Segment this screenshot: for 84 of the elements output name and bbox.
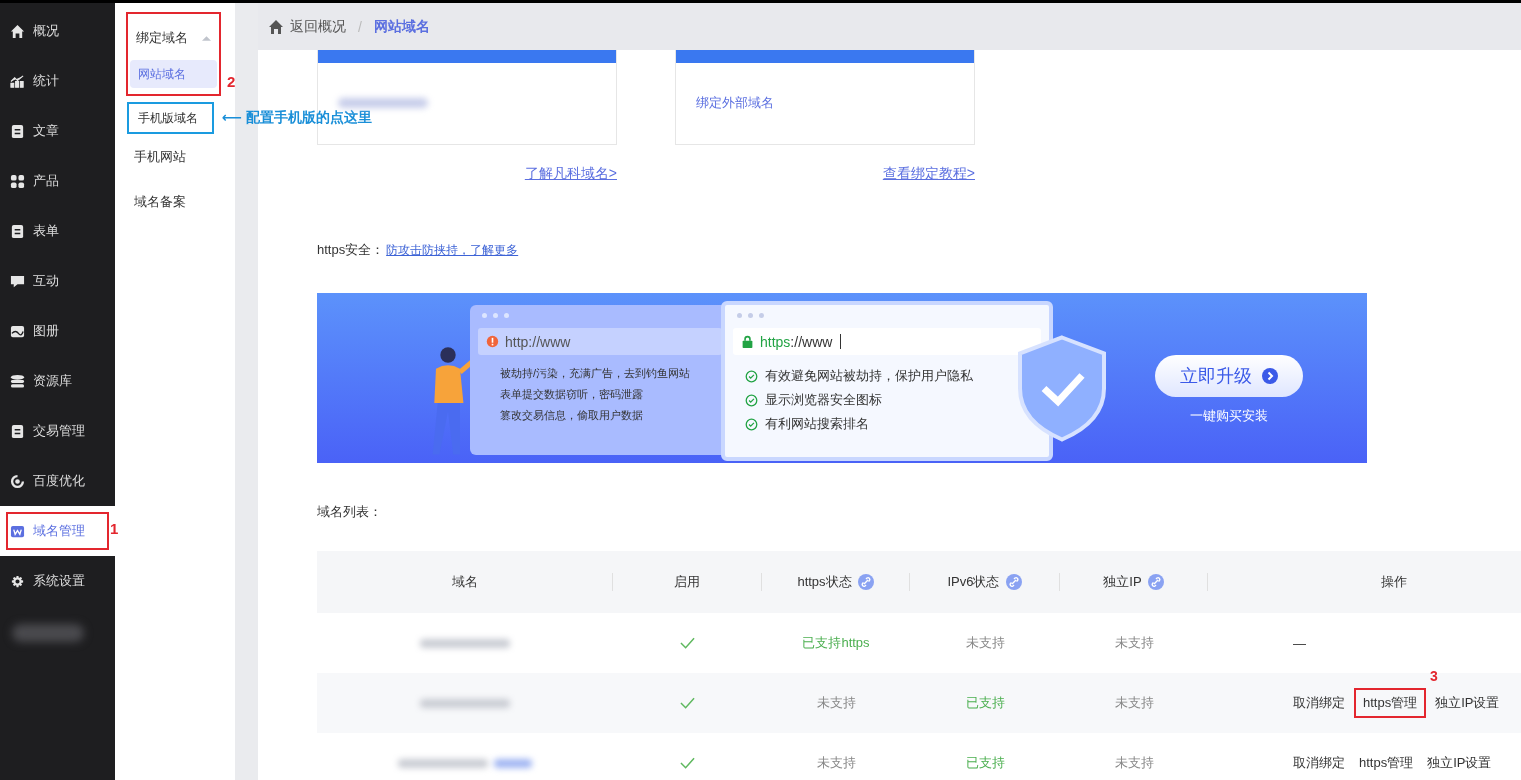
status-text: 未支持 xyxy=(1114,694,1154,712)
menu-glyph-icon xyxy=(10,223,25,239)
action-link[interactable]: 取消绑定 xyxy=(1288,748,1350,778)
action-link[interactable]: 独立IP设置 xyxy=(1430,688,1505,718)
menu-glyph-icon xyxy=(10,323,25,339)
lock-icon xyxy=(741,335,754,348)
action-link[interactable]: 独立IP设置 xyxy=(1422,748,1497,778)
text-cursor xyxy=(840,334,842,349)
sidebar-item[interactable]: 产品 xyxy=(0,156,115,206)
check-circle-icon xyxy=(745,393,758,407)
column-header: IPv6状态 xyxy=(947,573,1000,591)
status-text: 已支持 xyxy=(965,754,1005,772)
sidebar-item[interactable]: 百度优化 xyxy=(0,456,115,506)
status-text: 已支持https xyxy=(802,634,870,652)
status-text: 未支持 xyxy=(965,634,1005,652)
section-title: 域名列表： xyxy=(317,503,383,521)
annotation-number: 3 xyxy=(1430,668,1438,684)
tutorial-link[interactable]: 了解凡科域名> xyxy=(524,165,617,183)
action-link[interactable]: https管理 xyxy=(1354,748,1419,778)
menu-glyph-icon xyxy=(10,373,25,389)
breadcrumb-separator: / xyxy=(358,18,362,35)
sidebar-item[interactable]: 交易管理 xyxy=(0,406,115,456)
sidebar-item[interactable]: 互动 xyxy=(0,256,115,306)
warning-icon xyxy=(486,335,499,348)
caret-icon xyxy=(202,35,211,41)
tutorial-link[interactable]: 查看绑定教程> xyxy=(882,165,975,183)
status-text: 未支持 xyxy=(1114,754,1154,772)
sidebar-item[interactable]: 系统设置 xyxy=(0,556,115,606)
menu-glyph-icon xyxy=(10,473,25,489)
subnav-item[interactable]: 网站域名 xyxy=(130,60,217,88)
check-circle-icon xyxy=(745,417,758,431)
breadcrumb-link[interactable]: 返回概况 xyxy=(290,17,346,36)
menu-glyph-icon xyxy=(10,423,25,439)
column-header: 操作 xyxy=(1381,573,1407,591)
https-label: https安全： xyxy=(317,241,385,259)
blurred-account xyxy=(12,624,84,642)
benefit-text: 有效避免网站被劫持，保护用户隐私 xyxy=(765,367,973,385)
url-text: https://www xyxy=(760,333,833,350)
risk-item: 篡改交易信息，偷取用户数据 xyxy=(500,408,644,423)
status-text: 未支持 xyxy=(816,754,856,772)
sidebar-item[interactable]: 表单 xyxy=(0,206,115,256)
risk-item: 被劫持/污染，充满广告，去到钓鱼网站 xyxy=(500,366,692,381)
column-header: 独立IP xyxy=(1103,573,1142,591)
action-link[interactable]: 取消绑定 xyxy=(1288,688,1350,718)
subnav-item[interactable]: 域名备案 xyxy=(115,179,235,224)
menu-glyph-icon xyxy=(10,173,25,189)
subnav-item[interactable]: 手机网站 xyxy=(115,134,235,179)
status-text: 未支持 xyxy=(1114,634,1154,652)
column-header: 启用 xyxy=(674,573,700,591)
status-text: 未支持 xyxy=(816,694,856,712)
benefit-text: 有利网站搜索排名 xyxy=(765,415,869,433)
annotation-note: ⟵ 配置手机版的点这里 xyxy=(222,109,372,127)
home-icon xyxy=(268,18,284,35)
check-circle-icon xyxy=(745,369,758,383)
action-link[interactable]: — xyxy=(1288,629,1311,657)
menu-glyph-icon xyxy=(10,273,25,289)
risk-item: 表单提交数据窃听，密码泄露 xyxy=(500,387,644,402)
column-header: https状态 xyxy=(797,573,852,591)
link-icon[interactable] xyxy=(1005,574,1022,590)
home-icon xyxy=(10,23,25,39)
sidebar-item[interactable]: 统计 xyxy=(0,56,115,106)
link-icon[interactable] xyxy=(857,574,874,590)
card-text: 绑定外部域名 xyxy=(696,94,774,112)
url-text: http://www xyxy=(505,333,571,350)
w-logo-icon xyxy=(10,523,25,539)
sidebar-item[interactable]: 资源库 xyxy=(0,356,115,406)
sidebar-item[interactable]: 概况 xyxy=(0,6,115,56)
breadcrumb-current: 网站域名 xyxy=(373,17,430,36)
sidebar-item[interactable]: 图册 xyxy=(0,306,115,356)
column-header: 域名 xyxy=(451,573,478,591)
learn-more-link[interactable]: 防攻击防挟持，了解更多 xyxy=(386,242,519,259)
settings-icon xyxy=(10,573,25,589)
status-text: 已支持 xyxy=(965,694,1005,712)
chevron-right-icon xyxy=(1262,368,1278,384)
upgrade-button[interactable]: 立即升级 xyxy=(1155,355,1303,397)
menu-glyph-icon xyxy=(10,123,25,139)
blurred-tag xyxy=(494,758,532,768)
banner-subtitle: 一键购买安装 xyxy=(1190,407,1268,425)
annotation-number: 2 xyxy=(227,73,236,90)
benefit-text: 显示浏览器安全图标 xyxy=(765,391,882,409)
link-icon[interactable] xyxy=(1147,574,1164,590)
group-header[interactable]: 绑定域名 xyxy=(130,16,217,60)
menu-glyph-icon xyxy=(10,73,25,89)
sidebar-item[interactable]: 文章 xyxy=(0,106,115,156)
